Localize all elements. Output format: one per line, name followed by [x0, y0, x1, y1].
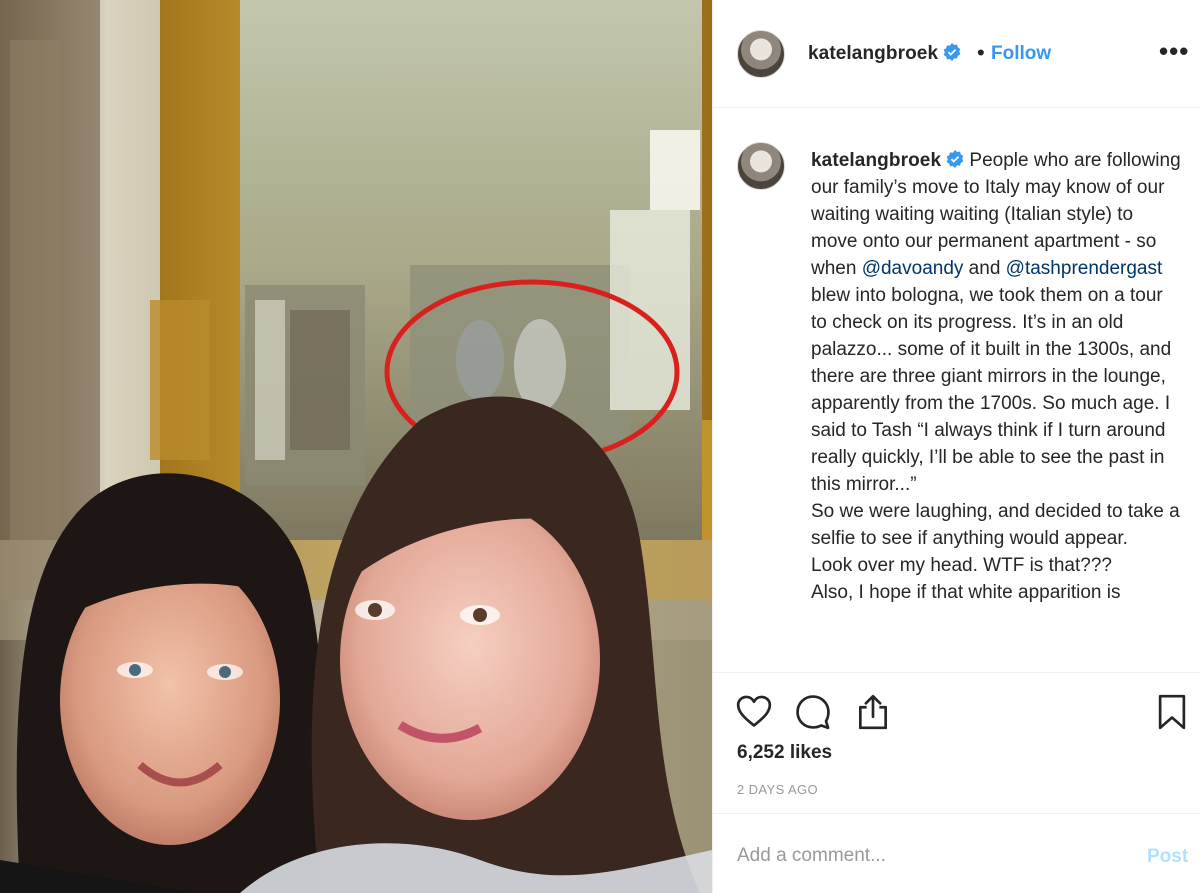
- caption-segment: Also, I hope if that white apparition is: [811, 582, 1121, 603]
- bookmark-icon[interactable]: [1153, 693, 1191, 731]
- caption-paragraph: So we were laughing, and decided to take…: [811, 498, 1181, 552]
- comment-icon[interactable]: [794, 693, 832, 731]
- post-side-panel: katelangbroek • Follow ••• katelangbroek…: [712, 0, 1200, 893]
- header-username[interactable]: katelangbroek: [808, 43, 961, 65]
- comment-row: Post: [713, 813, 1200, 893]
- caption-paragraph: katelangbroek People who are following o…: [811, 147, 1181, 498]
- separator-dot: •: [977, 40, 985, 65]
- mention-link[interactable]: @davoandy: [862, 258, 964, 279]
- caption-username[interactable]: katelangbroek: [811, 150, 941, 171]
- username-text[interactable]: katelangbroek: [808, 43, 938, 64]
- caption-segment: Look over my head. WTF is that???: [811, 555, 1112, 576]
- caption-paragraph: Look over my head. WTF is that???: [811, 552, 1181, 579]
- post-photo[interactable]: [0, 0, 712, 893]
- likes-count[interactable]: 6,252 likes: [737, 742, 832, 764]
- selfie-image: [0, 0, 712, 893]
- caption-area[interactable]: katelangbroek People who are following o…: [713, 109, 1200, 670]
- caption-avatar[interactable]: [737, 142, 785, 190]
- caption-segment: and: [963, 258, 1006, 279]
- avatar[interactable]: [737, 30, 785, 78]
- caption-segment: So we were laughing, and decided to take…: [811, 501, 1180, 549]
- caption-segment: blew into bologna, we took them on a tou…: [811, 285, 1172, 495]
- follow-button[interactable]: Follow: [991, 43, 1051, 65]
- more-options-button[interactable]: •••: [1159, 38, 1189, 64]
- caption-text: katelangbroek People who are following o…: [811, 147, 1181, 606]
- verified-badge-icon: [946, 150, 964, 168]
- heart-icon[interactable]: [735, 693, 773, 731]
- verified-badge-icon: [943, 43, 961, 61]
- share-icon[interactable]: [854, 693, 892, 731]
- action-bar: 6,252 likes 2 DAYS AGO: [713, 672, 1200, 812]
- post-comment-button[interactable]: Post: [1147, 846, 1188, 868]
- caption-paragraph: Also, I hope if that white apparition is: [811, 579, 1181, 606]
- post-timestamp[interactable]: 2 DAYS AGO: [737, 782, 818, 797]
- mention-link[interactable]: @tashprendergast: [1006, 258, 1163, 279]
- comment-input[interactable]: [737, 842, 1117, 870]
- post-header: katelangbroek • Follow •••: [713, 0, 1200, 108]
